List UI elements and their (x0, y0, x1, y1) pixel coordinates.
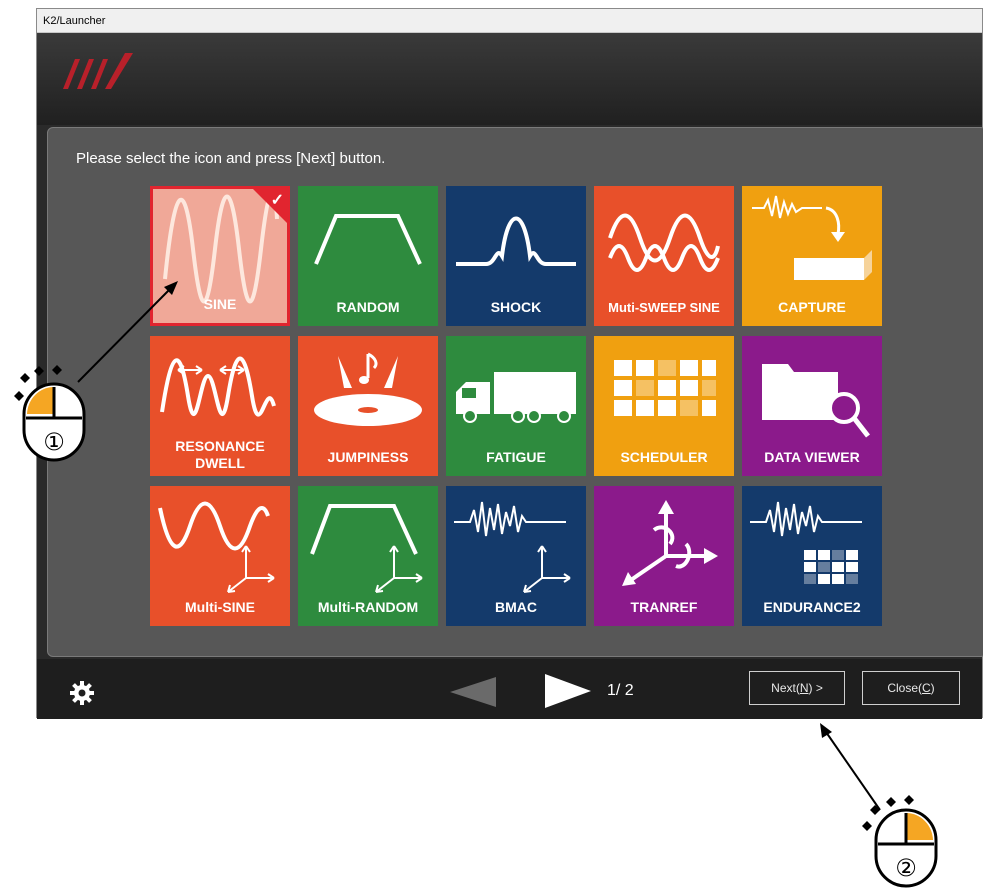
mouse-icon-step1: ① (14, 365, 86, 462)
arrow-to-next (820, 723, 881, 811)
step1-marker: ① (43, 428, 65, 456)
annotation-arrows: ① ② (14, 281, 938, 888)
step2-marker: ② (895, 854, 917, 882)
arrow-to-sine (77, 281, 178, 383)
mouse-icon-step2: ② (862, 795, 938, 888)
